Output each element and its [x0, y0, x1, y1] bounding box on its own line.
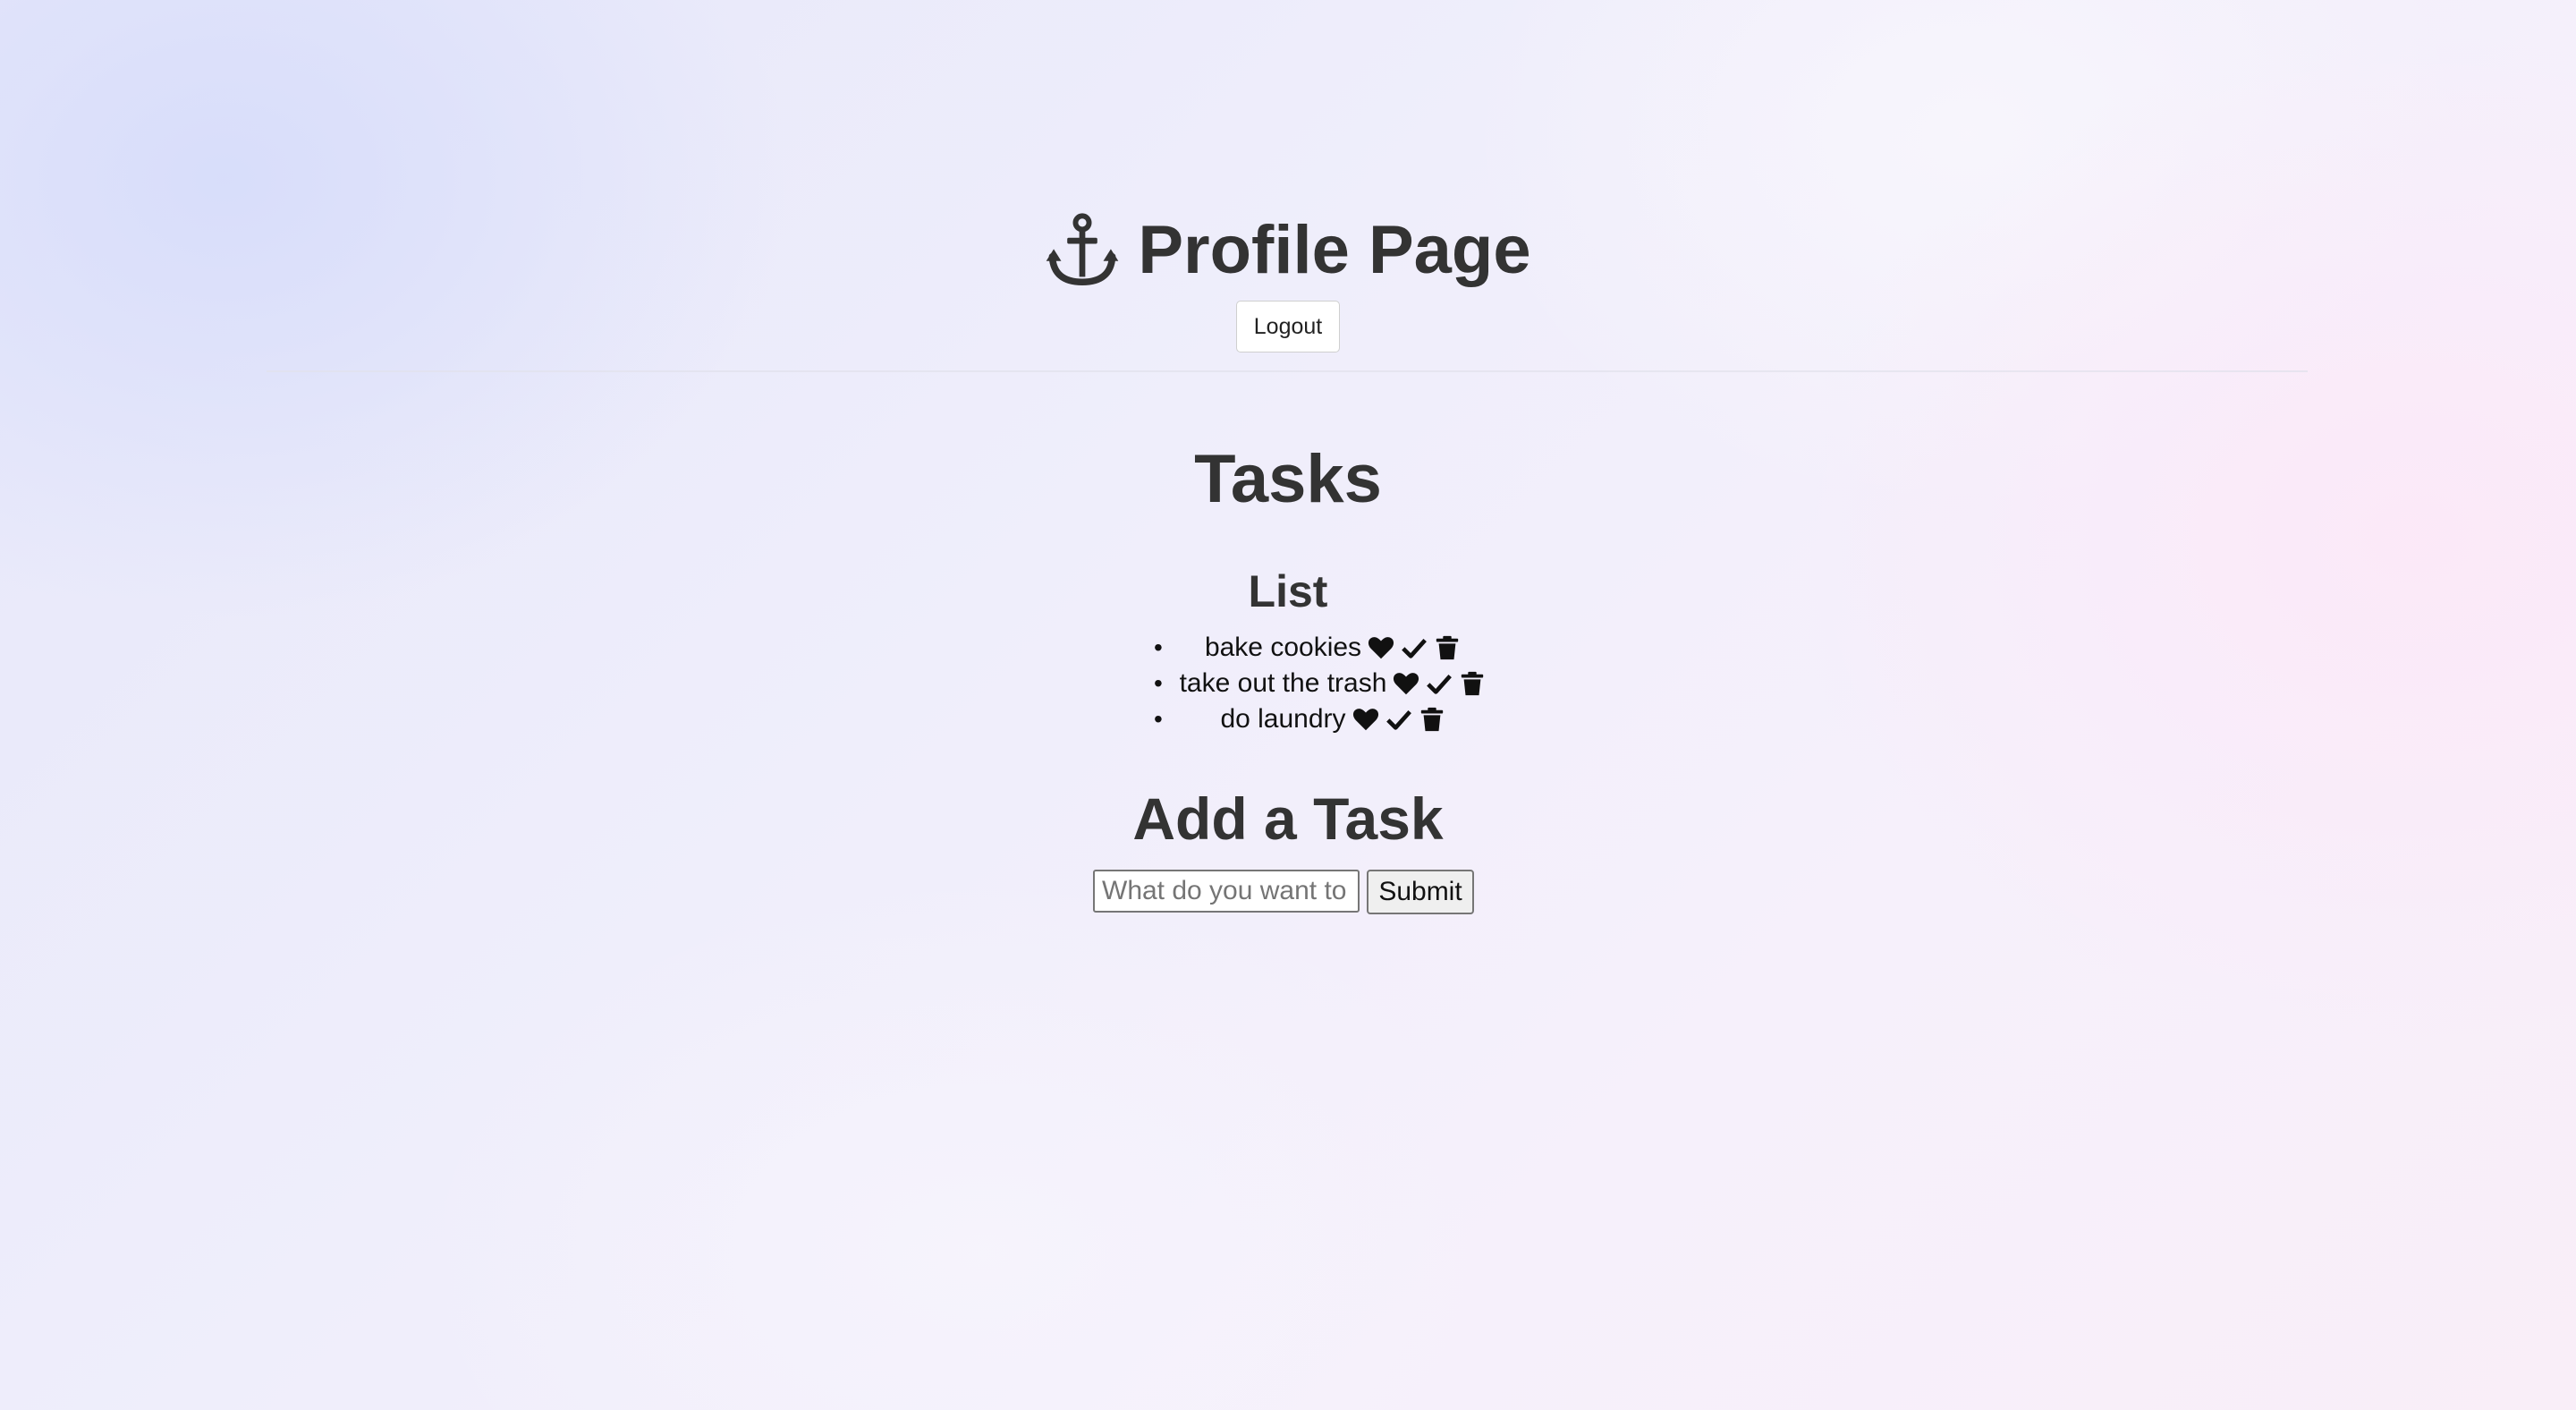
- bullet: •: [1154, 669, 1163, 697]
- add-task-title: Add a Task: [1132, 786, 1444, 852]
- divider: [267, 370, 2308, 372]
- heart-icon[interactable]: [1368, 634, 1394, 661]
- anchor-icon: [1046, 213, 1119, 286]
- submit-button[interactable]: Submit: [1367, 870, 1474, 914]
- bullet: •: [1154, 705, 1163, 733]
- page-title: Profile Page: [1138, 212, 1531, 288]
- check-icon[interactable]: [1426, 670, 1453, 697]
- task-list: • bake cookies • take out the trash • do…: [1154, 630, 1484, 737]
- check-icon[interactable]: [1401, 634, 1428, 661]
- check-icon[interactable]: [1385, 706, 1412, 733]
- profile-page: Profile Page Logout Tasks List • bake co…: [0, 0, 2576, 1410]
- trash-icon[interactable]: [1459, 670, 1486, 697]
- task-label: bake cookies: [1204, 633, 1362, 662]
- task-content: do laundry: [1220, 701, 1445, 737]
- list-item: • bake cookies: [1154, 630, 1476, 666]
- list-title: List: [1248, 566, 1328, 616]
- title-row: Profile Page: [1045, 206, 1531, 295]
- bullet: •: [1154, 633, 1163, 661]
- page-header: Profile Page: [0, 206, 2576, 295]
- add-task-form: Submit: [1093, 870, 1474, 916]
- task-content: take out the trash: [1180, 666, 1487, 701]
- heart-icon[interactable]: [1352, 706, 1379, 733]
- heart-icon[interactable]: [1393, 670, 1419, 697]
- task-label: do laundry: [1220, 704, 1346, 734]
- task-content: bake cookies: [1205, 630, 1461, 666]
- logout-button[interactable]: Logout: [1236, 301, 1340, 352]
- list-item: • take out the trash: [1154, 666, 1484, 701]
- trash-icon[interactable]: [1434, 634, 1461, 661]
- task-input[interactable]: [1093, 870, 1360, 913]
- tasks-title: Tasks: [1194, 441, 1382, 517]
- task-label: take out the trash: [1179, 668, 1387, 698]
- trash-icon[interactable]: [1419, 706, 1445, 733]
- list-item: • do laundry: [1154, 701, 1476, 737]
